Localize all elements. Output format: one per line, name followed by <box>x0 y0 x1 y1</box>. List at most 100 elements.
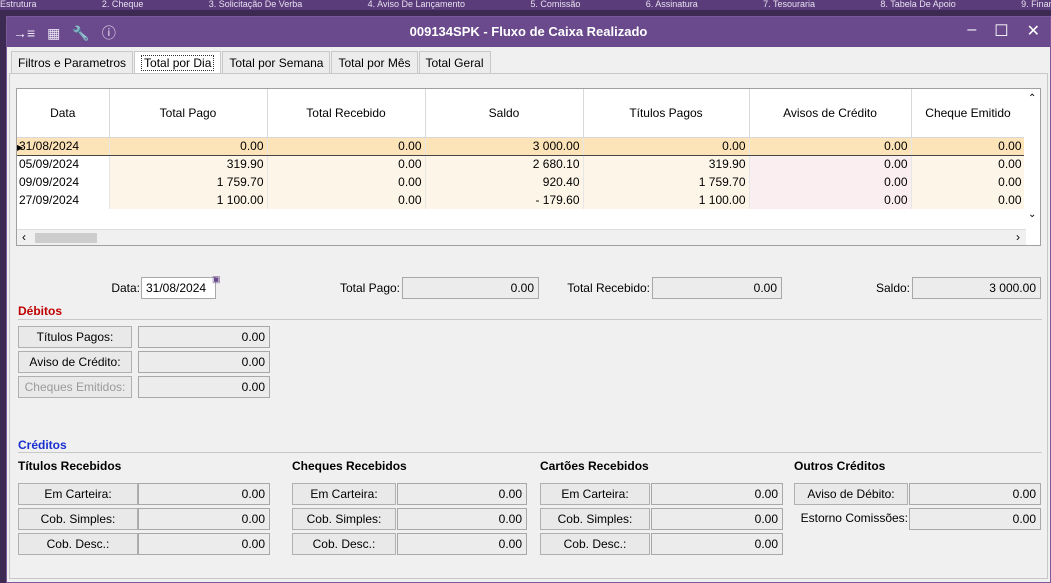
table-cell: 0.00 <box>583 136 750 156</box>
menu-item[interactable]: 6. Assinatura <box>646 0 698 9</box>
cheques-cob-desc-field[interactable]: 0.00 <box>397 533 527 555</box>
column-header-titulos-pagos[interactable]: Títulos Pagos <box>583 89 750 138</box>
titulos-pagos-button[interactable]: Títulos Pagos: <box>18 326 132 348</box>
row-indicator-icon: ▶ <box>17 143 24 152</box>
table-row[interactable]: 09/09/2024 1 759.70 0.00 920.40 1 759.70… <box>17 173 1026 191</box>
titulos-cob-desc-button[interactable]: Cob. Desc.: <box>18 533 138 555</box>
table-cell: 0.00 <box>267 155 426 173</box>
menu-item[interactable]: 7. Tesouraria <box>763 0 815 9</box>
table-cell: 0.00 <box>911 136 1026 156</box>
total-pago-field[interactable]: 0.00 <box>402 277 539 299</box>
titulos-em-carteira-field[interactable]: 0.00 <box>138 483 270 505</box>
table-cell: 2 680.10 <box>425 155 584 173</box>
tab-label: Total por Semana <box>229 56 324 70</box>
tab-panel: Data Total Pago Total Recebido Saldo Tít… <box>9 73 1048 579</box>
menu-item[interactable]: Estrutura <box>0 0 37 9</box>
tab-total-por-mes[interactable]: Total por Mês <box>331 51 418 73</box>
tab-total-por-dia[interactable]: Total por Dia <box>134 51 222 73</box>
table-cell: 0.00 <box>911 155 1026 173</box>
title-bar: →≡ ▦ 🔧 ⓘ 009134SPK - Fluxo de Caixa Real… <box>7 17 1050 47</box>
horizontal-scrollbar[interactable]: ‹ › <box>17 229 1026 245</box>
scroll-down-icon[interactable]: ⌄ <box>1028 209 1036 220</box>
menu-item[interactable]: 4. Aviso De Lançamento <box>368 0 465 9</box>
menu-item[interactable]: 5. Comissão <box>530 0 580 9</box>
saldo-field[interactable]: 3 000.00 <box>912 277 1041 299</box>
table-cell: 920.40 <box>425 173 584 191</box>
table-cell: 31/08/2024 <box>17 136 110 156</box>
table-cell: - 179.60 <box>425 191 584 209</box>
scroll-right-icon[interactable]: › <box>1016 230 1020 244</box>
table-row[interactable]: 05/09/2024 319.90 0.00 2 680.10 319.90 0… <box>17 155 1026 173</box>
scroll-up-icon[interactable]: ⌃ <box>1028 93 1036 104</box>
table-cell: 319.90 <box>583 155 750 173</box>
table-cell: 0.00 <box>911 173 1026 191</box>
tab-total-geral[interactable]: Total Geral <box>418 51 491 73</box>
column-header-cheque-emitido[interactable]: Cheque Emitido <box>911 89 1026 138</box>
close-icon[interactable]: ✕ <box>1027 21 1040 41</box>
table-cell: 1 759.70 <box>109 173 268 191</box>
menu-item[interactable]: 8. Tabela De Apoio <box>880 0 955 9</box>
cheques-cob-simples-field[interactable]: 0.00 <box>397 508 527 530</box>
titulos-pagos-field[interactable]: 0.00 <box>138 326 270 348</box>
menu-item[interactable]: 9. Financeiro <box>1021 0 1051 9</box>
aviso-debito-field[interactable]: 0.00 <box>909 483 1041 505</box>
table-cell: 09/09/2024 <box>17 173 110 191</box>
data-date-field[interactable]: 31/08/2024 <box>141 277 216 299</box>
estorno-comissoes-label: Estorno Comissões: <box>800 511 908 525</box>
estorno-comissoes-field[interactable]: 0.00 <box>909 508 1041 530</box>
total-recebido-field[interactable]: 0.00 <box>652 277 782 299</box>
aviso-credito-field[interactable]: 0.00 <box>138 351 270 373</box>
table-cell: 0.00 <box>267 136 426 156</box>
daily-totals-grid[interactable]: Data Total Pago Total Recebido Saldo Tít… <box>16 88 1041 246</box>
vertical-scrollbar[interactable]: ⌃ ⌄ <box>1024 89 1040 229</box>
table-cell: 0.00 <box>267 173 426 191</box>
aviso-debito-button[interactable]: Aviso de Débito: <box>794 483 908 505</box>
table-row[interactable]: 31/08/2024 0.00 0.00 3 000.00 0.00 0.00 … <box>17 136 1026 156</box>
titulos-em-carteira-button[interactable]: Em Carteira: <box>18 483 138 505</box>
column-header-total-recebido[interactable]: Total Recebido <box>267 89 426 138</box>
outros-creditos-title: Outros Créditos <box>794 459 886 473</box>
table-row[interactable]: 27/09/2024 1 100.00 0.00 - 179.60 1 100.… <box>17 191 1026 209</box>
menu-item[interactable]: 2. Cheque <box>102 0 144 9</box>
table-cell: 0.00 <box>749 136 912 156</box>
maximize-icon[interactable]: ☐ <box>994 21 1008 41</box>
cartoes-cob-simples-field[interactable]: 0.00 <box>651 508 783 530</box>
cheques-emitidos-field[interactable]: 0.00 <box>138 376 270 398</box>
creditos-title: Créditos <box>18 438 67 452</box>
tab-total-por-semana[interactable]: Total por Semana <box>222 51 331 73</box>
column-header-saldo[interactable]: Saldo <box>425 89 584 138</box>
scroll-thumb[interactable] <box>35 233 97 243</box>
aviso-credito-button[interactable]: Aviso de Crédito: <box>18 351 132 373</box>
titulos-cob-simples-button[interactable]: Cob. Simples: <box>18 508 138 530</box>
scroll-left-icon[interactable]: ‹ <box>22 230 26 244</box>
cheques-recebidos-title: Cheques Recebidos <box>292 459 407 473</box>
total-recebido-label: Total Recebido: <box>567 281 650 295</box>
cartoes-em-carteira-button[interactable]: Em Carteira: <box>540 483 650 505</box>
tab-filtros[interactable]: Filtros e Parametros <box>11 51 134 73</box>
cartoes-cob-simples-button[interactable]: Cob. Simples: <box>540 508 650 530</box>
cartoes-cob-desc-button[interactable]: Cob. Desc.: <box>540 533 650 555</box>
menu-item[interactable]: 3. Solicitação De Verba <box>209 0 303 9</box>
cheques-em-carteira-button[interactable]: Em Carteira: <box>292 483 396 505</box>
column-header-avisos-credito[interactable]: Avisos de Crédito <box>749 89 912 138</box>
cheques-cob-desc-button[interactable]: Cob. Desc.: <box>292 533 396 555</box>
table-cell: 0.00 <box>911 191 1026 209</box>
calendar-icon[interactable]: ▣ <box>212 274 221 285</box>
table-cell: 0.00 <box>267 191 426 209</box>
table-cell: 0.00 <box>109 136 268 156</box>
minimize-icon[interactable]: – <box>967 21 976 41</box>
table-cell: 319.90 <box>109 155 268 173</box>
titulos-cob-simples-field[interactable]: 0.00 <box>138 508 270 530</box>
cheques-em-carteira-field[interactable]: 0.00 <box>397 483 527 505</box>
titulos-cob-desc-field[interactable]: 0.00 <box>138 533 270 555</box>
column-header-data[interactable]: Data <box>17 89 110 138</box>
cartoes-recebidos-title: Cartões Recebidos <box>540 459 649 473</box>
table-cell: 0.00 <box>749 155 912 173</box>
column-header-total-pago[interactable]: Total Pago <box>109 89 268 138</box>
cartoes-em-carteira-field[interactable]: 0.00 <box>651 483 783 505</box>
table-cell: 27/09/2024 <box>17 191 110 209</box>
window-title: 009134SPK - Fluxo de Caixa Realizado <box>409 24 648 39</box>
cartoes-cob-desc-field[interactable]: 0.00 <box>651 533 783 555</box>
cheques-cob-simples-button[interactable]: Cob. Simples: <box>292 508 396 530</box>
tab-label: Total por Dia <box>141 55 215 71</box>
